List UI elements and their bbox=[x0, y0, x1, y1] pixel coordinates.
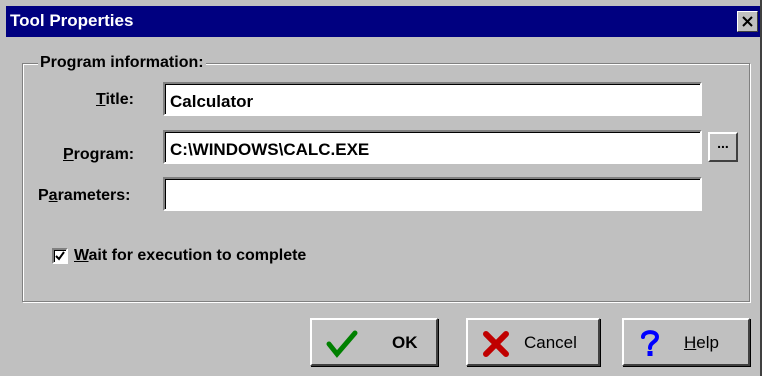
window-title: Tool Properties bbox=[10, 11, 134, 30]
close-icon bbox=[742, 16, 753, 27]
wait-checkbox-label: Wait for execution to complete bbox=[74, 247, 307, 264]
browse-button[interactable]: ... bbox=[708, 132, 738, 162]
help-button[interactable]: Help bbox=[622, 318, 750, 366]
program-label: Program: bbox=[63, 146, 135, 163]
ok-button[interactable]: OK bbox=[310, 318, 438, 366]
question-mark-icon bbox=[641, 330, 660, 356]
wait-checkbox-row[interactable]: Wait for execution to complete bbox=[52, 247, 306, 265]
program-field[interactable] bbox=[163, 130, 702, 164]
ok-label: OK bbox=[392, 333, 418, 352]
close-button[interactable] bbox=[737, 11, 758, 32]
cancel-label: Cancel bbox=[524, 333, 577, 352]
title-bar[interactable]: Tool Properties bbox=[6, 6, 760, 37]
parameters-label: Parameters: bbox=[38, 187, 131, 204]
cancel-button[interactable]: Cancel bbox=[466, 318, 600, 366]
x-icon bbox=[483, 331, 509, 357]
tool-properties-dialog: Tool Properties Program information: Tit… bbox=[0, 0, 762, 376]
title-label: Title: bbox=[96, 91, 134, 108]
help-label: Help bbox=[684, 333, 719, 352]
wait-checkbox[interactable] bbox=[52, 248, 68, 264]
checkmark-icon bbox=[55, 251, 65, 261]
group-label: Program information: bbox=[38, 54, 206, 72]
checkmark-icon bbox=[326, 330, 358, 358]
title-field[interactable] bbox=[163, 82, 702, 116]
parameters-field[interactable] bbox=[163, 177, 702, 211]
